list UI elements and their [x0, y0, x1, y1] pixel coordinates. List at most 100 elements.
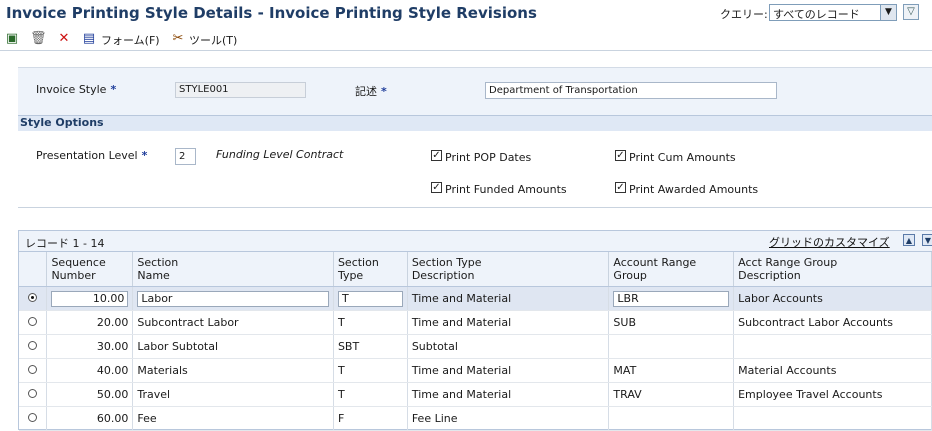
col-line2: Number [51, 269, 96, 282]
form-menu[interactable]: フォーム(F) [101, 32, 160, 48]
acct-range-group-description [733, 406, 932, 431]
table-row[interactable]: 40.00 Materials T Time and Material MAT … [19, 358, 932, 383]
account-range-group[interactable]: MAT [608, 358, 735, 383]
col-line2: Description [411, 269, 475, 282]
sequence-number[interactable]: 40.00 [46, 358, 134, 383]
filter-icon[interactable]: ▽ [903, 4, 919, 20]
section-name-input[interactable]: Labor [137, 290, 329, 307]
tools-menu[interactable]: ツール(T) [189, 32, 237, 48]
sequence-number[interactable]: 30.00 [46, 334, 134, 359]
print-cum-amounts-label: Print Cum Amounts [629, 151, 736, 164]
print-funded-amounts-label: Print Funded Amounts [445, 183, 567, 196]
account-range-group[interactable] [608, 334, 735, 359]
query-label: クエリー: [720, 8, 768, 21]
row-radio[interactable] [28, 365, 38, 374]
description-label: 記述 * [355, 83, 387, 99]
title-bar: Invoice Printing Style Details - Invoice… [0, 0, 932, 28]
sequence-number-input[interactable]: 10.00 [51, 290, 129, 307]
table-row[interactable]: 20.00 Subcontract Labor T Time and Mater… [19, 310, 932, 335]
section-name[interactable]: Materials [132, 358, 334, 383]
tools-icon[interactable]: ✂ [170, 31, 186, 47]
account-range-group[interactable] [608, 406, 735, 431]
presentation-level-desc: Funding Level Contract [216, 148, 344, 161]
section-name[interactable]: Subcontract Labor [132, 310, 334, 335]
sequence-number[interactable]: 50.00 [46, 382, 134, 407]
account-range-group[interactable]: TRAV [608, 382, 735, 407]
grid-header-row: Sequence Number Section Name Section Type S… [19, 252, 932, 287]
close-icon[interactable]: ✕ [56, 31, 72, 47]
column-header-sequence-number[interactable]: Sequence Number [46, 252, 134, 287]
customize-grid-link[interactable]: グリッドのカスタマイズ [769, 234, 890, 250]
style-options-title: Style Options [20, 116, 104, 129]
invoice-style-label-text: Invoice Style [36, 83, 107, 96]
form-menu-icon[interactable]: ▤ [81, 31, 97, 47]
table-row[interactable]: 10.00 Labor T Time and Material LBR Labo… [19, 286, 932, 311]
style-options-panel: Presentation Level * 2 Funding Level Cont… [18, 131, 932, 208]
delete-icon[interactable]: 🗑 [30, 31, 47, 47]
expand-icon[interactable]: ▲ [903, 234, 915, 246]
col-line1: Section [337, 256, 379, 269]
column-header-section-name[interactable]: Section Name [132, 252, 334, 287]
col-line1: Sequence [51, 256, 106, 269]
save-icon[interactable]: ▣ [4, 31, 20, 47]
acct-range-group-description: Employee Travel Accounts [733, 382, 932, 407]
col-line2: Group [613, 269, 647, 282]
section-type-input[interactable]: T [337, 290, 403, 307]
divider [0, 51, 932, 67]
section-type[interactable]: T [333, 310, 408, 335]
grid-caption: レコード 1 - 14 グリッドのカスタマイズ ▲ ▼ [19, 231, 932, 252]
section-type[interactable]: SBT [333, 334, 408, 359]
table-row[interactable]: 50.00 Travel T Time and Material TRAV Em… [19, 382, 932, 407]
print-pop-dates-checkbox[interactable]: ✓ [431, 150, 442, 161]
presentation-level-input[interactable]: 2 [175, 148, 196, 165]
table-row[interactable]: 30.00 Labor Subtotal SBT Subtotal [19, 334, 932, 359]
col-line1: Acct Range Group [738, 256, 838, 269]
description-label-text: 記述 [355, 85, 377, 98]
col-line1: Section [137, 256, 179, 269]
acct-range-group-description: Material Accounts [733, 358, 932, 383]
required-icon: * [141, 149, 148, 162]
section-type[interactable]: T [333, 358, 408, 383]
column-header-section-type-description[interactable]: Section Type Description [407, 252, 610, 287]
print-awarded-amounts-checkbox[interactable]: ✓ [615, 182, 626, 193]
presentation-level-label-text: Presentation Level [36, 149, 138, 162]
row-radio[interactable] [28, 413, 38, 422]
sequence-number[interactable]: 60.00 [46, 406, 134, 431]
grid: レコード 1 - 14 グリッドのカスタマイズ ▲ ▼ Sequence Numb… [18, 230, 932, 431]
row-radio[interactable] [28, 317, 38, 326]
column-header-account-range-group[interactable]: Account Range Group [608, 252, 735, 287]
row-radio[interactable] [28, 293, 38, 302]
query-select[interactable]: すべてのレコード ▼ [769, 4, 897, 21]
col-line2: Description [738, 269, 801, 282]
section-name[interactable]: Travel [132, 382, 334, 407]
print-pop-dates-label: Print POP Dates [445, 151, 532, 164]
grid-table: Sequence Number Section Name Section Type S… [19, 252, 932, 431]
sequence-number[interactable]: 20.00 [46, 310, 134, 335]
print-funded-amounts-checkbox[interactable]: ✓ [431, 182, 442, 193]
row-radio[interactable] [28, 389, 38, 398]
record-count: レコード 1 - 14 [25, 237, 105, 250]
description-input[interactable]: Department of Transportation [485, 82, 777, 99]
section-name[interactable]: Fee [132, 406, 334, 431]
account-range-group-input[interactable]: LBR [613, 290, 730, 307]
section-type[interactable]: F [333, 406, 408, 431]
query-select-value: すべてのレコード [773, 8, 860, 21]
chevron-down-icon[interactable]: ▼ [880, 5, 896, 20]
print-cum-amounts-checkbox[interactable]: ✓ [615, 150, 626, 161]
row-radio[interactable] [28, 341, 38, 350]
column-header-acct-range-group-description[interactable]: Acct Range Group Description [733, 252, 932, 287]
section-type-description: Fee Line [407, 406, 610, 431]
column-header-section-type[interactable]: Section Type [333, 252, 408, 287]
section-type-description: Subtotal [407, 334, 610, 359]
section-type[interactable]: T [333, 382, 408, 407]
col-line2: Name [137, 269, 170, 282]
section-type-description: Time and Material [407, 358, 610, 383]
export-icon[interactable]: ▼ [922, 234, 932, 246]
section-name[interactable]: Labor Subtotal [132, 334, 334, 359]
section-type-description: Time and Material [407, 286, 610, 311]
account-range-group[interactable]: SUB [608, 310, 735, 335]
presentation-level-label: Presentation Level * [36, 149, 147, 162]
print-awarded-amounts-label: Print Awarded Amounts [629, 183, 759, 196]
table-row[interactable]: 60.00 Fee F Fee Line [19, 406, 932, 431]
header-panel: Invoice Style * STYLE001 記述 * Department o… [18, 67, 932, 116]
